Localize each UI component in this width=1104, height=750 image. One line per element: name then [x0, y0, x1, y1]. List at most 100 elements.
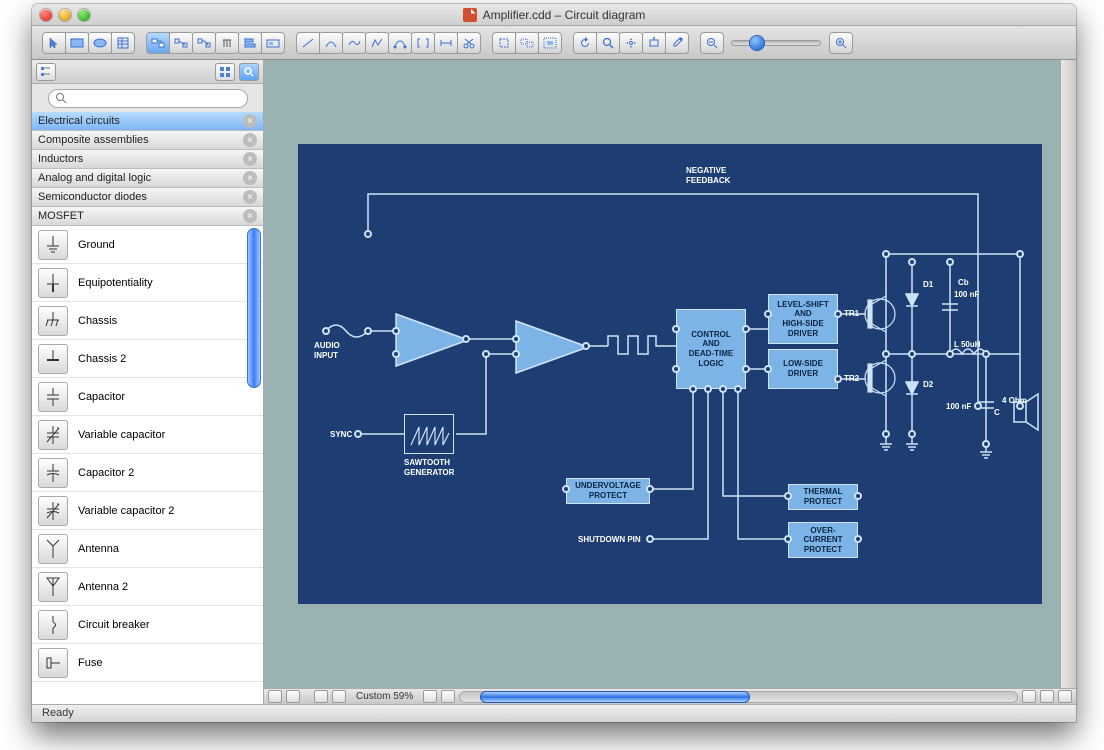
library-item-cap[interactable]: Capacitor [32, 378, 263, 416]
category-mosfet[interactable]: MOSFET× [32, 207, 263, 226]
library-item-label: Variable capacitor 2 [78, 505, 174, 517]
ellipse-tool-button[interactable] [88, 32, 112, 54]
dimension-tool-button[interactable] [434, 32, 458, 54]
connector-tool-2-button[interactable] [169, 32, 193, 54]
library-sidebar: Electrical circuits×Composite assemblies… [32, 60, 264, 704]
category-composite-assemblies[interactable]: Composite assemblies× [32, 131, 263, 150]
zoom-in-button[interactable] [829, 32, 853, 54]
scroll-left-button[interactable] [314, 690, 328, 703]
undervoltage-block[interactable]: UNDERVOLTAGEPROTECT [566, 478, 650, 504]
magnify-button[interactable] [596, 32, 620, 54]
minimize-button[interactable] [59, 9, 71, 21]
cut-tool-button[interactable] [457, 32, 481, 54]
scroll-right-button[interactable] [332, 690, 346, 703]
level-shift-block[interactable]: LEVEL-SHIFTANDHIGH-SIDEDRIVER [768, 294, 838, 344]
feedback-label-1: NEGATIVE [686, 166, 726, 176]
zoom-grip-2[interactable] [441, 690, 455, 703]
cb-icon [38, 610, 68, 640]
hscroll-track[interactable] [459, 691, 1018, 703]
crop-tool-button[interactable] [492, 32, 516, 54]
refresh-button[interactable] [573, 32, 597, 54]
category-close-icon[interactable]: × [243, 190, 257, 204]
arc-tool-button[interactable] [319, 32, 343, 54]
d2-label: D2 [923, 380, 933, 390]
pointer-tool-button[interactable] [42, 32, 66, 54]
canvas-area[interactable]: CONTROLANDDEAD-TIMELOGIC LEVEL-SHIFTANDH… [264, 60, 1076, 688]
library-item-ant[interactable]: Antenna [32, 530, 263, 568]
eyedropper-button[interactable] [665, 32, 689, 54]
library-item-label: Ground [78, 239, 115, 251]
zoom-out-button[interactable] [700, 32, 724, 54]
scroll-right-end-button[interactable] [1040, 690, 1054, 703]
tr2-label: TR2 [844, 374, 859, 384]
zoom-grip-1[interactable] [423, 690, 437, 703]
library-item-equip[interactable]: Equipotentiality [32, 264, 263, 302]
library-item-chassis[interactable]: Chassis [32, 302, 263, 340]
page-next-button[interactable] [286, 690, 300, 703]
category-close-icon[interactable]: × [243, 209, 257, 223]
sidebar-scrollbar[interactable] [247, 228, 261, 388]
library-items-list[interactable]: GroundEquipotentialityChassisChassis 2Ca… [32, 226, 263, 704]
sidebar-view-grid-button[interactable] [215, 63, 235, 81]
scroll-left-end-button[interactable] [1022, 690, 1036, 703]
c-label: C [994, 408, 1000, 418]
page-prev-button[interactable] [268, 690, 282, 703]
rectangle-tool-button[interactable] [65, 32, 89, 54]
align-tool-button[interactable] [238, 32, 262, 54]
category-electrical-circuits[interactable]: Electrical circuits× [32, 112, 263, 131]
zoom-button[interactable] [78, 9, 90, 21]
curve-tool-button[interactable] [342, 32, 366, 54]
library-item-varcap[interactable]: Variable capacitor [32, 416, 263, 454]
sawtooth-block[interactable] [404, 414, 454, 454]
library-item-cap2[interactable]: Capacitor 2 [32, 454, 263, 492]
select-similar-button[interactable] [515, 32, 539, 54]
fit-button[interactable] [642, 32, 666, 54]
cb-label: Cb [958, 278, 969, 288]
polyline-tool-button[interactable] [365, 32, 389, 54]
table-tool-button[interactable] [111, 32, 135, 54]
view-mode-button[interactable] [1058, 690, 1072, 703]
varcap2-icon [38, 496, 68, 526]
category-semiconductor-diodes[interactable]: Semiconductor diodes× [32, 188, 263, 207]
category-close-icon[interactable]: × [243, 114, 257, 128]
select-all-button[interactable] [538, 32, 562, 54]
category-close-icon[interactable]: × [243, 152, 257, 166]
library-item-cb[interactable]: Circuit breaker [32, 606, 263, 644]
text-tool-button[interactable] [215, 32, 239, 54]
library-item-varcap2[interactable]: Variable capacitor 2 [32, 492, 263, 530]
library-item-fuse[interactable]: Fuse [32, 644, 263, 682]
bezier-tool-button[interactable] [388, 32, 412, 54]
canvas-scrollbar-vertical[interactable] [1060, 60, 1076, 688]
connector-tool-3-button[interactable] [192, 32, 216, 54]
category-inductors[interactable]: Inductors× [32, 150, 263, 169]
audio-label-1: AUDIO [314, 341, 340, 351]
control-block[interactable]: CONTROLANDDEAD-TIMELOGIC [676, 309, 746, 389]
sidebar-search-toggle-button[interactable] [239, 63, 259, 81]
close-button[interactable] [40, 9, 52, 21]
category-close-icon[interactable]: × [243, 133, 257, 147]
library-item-ant2[interactable]: Antenna 2 [32, 568, 263, 606]
library-item-ground[interactable]: Ground [32, 226, 263, 264]
library-item-chassis2[interactable]: Chassis 2 [32, 340, 263, 378]
connector-tool-1-button[interactable] [146, 32, 170, 54]
circuit-diagram[interactable]: CONTROLANDDEAD-TIMELOGIC LEVEL-SHIFTANDH… [298, 144, 1042, 604]
overcurrent-block[interactable]: OVER-CURRENTPROTECT [788, 522, 858, 558]
pan-button[interactable] [619, 32, 643, 54]
line-tool-button[interactable] [296, 32, 320, 54]
sidebar-view-tree-button[interactable] [36, 63, 56, 81]
library-item-label: Circuit breaker [78, 619, 150, 631]
library-tool-button[interactable] [261, 32, 285, 54]
category-analog-and-digital-logic[interactable]: Analog and digital logic× [32, 169, 263, 188]
zoom-level-label: Custom 59% [350, 691, 419, 702]
thermal-block[interactable]: THERMALPROTECT [788, 484, 858, 510]
low-side-block[interactable]: LOW-SIDEDRIVER [768, 349, 838, 389]
sawtooth-label-2: GENERATOR [404, 468, 454, 478]
app-window: Amplifier.cdd – Circuit diagram [32, 4, 1076, 722]
varcap-icon [38, 420, 68, 450]
library-item-label: Equipotentiality [78, 277, 153, 289]
library-search-input[interactable] [48, 89, 248, 108]
zoom-slider[interactable] [731, 40, 821, 46]
category-close-icon[interactable]: × [243, 171, 257, 185]
bracket-tool-button[interactable] [411, 32, 435, 54]
hscroll-thumb[interactable] [480, 691, 750, 703]
